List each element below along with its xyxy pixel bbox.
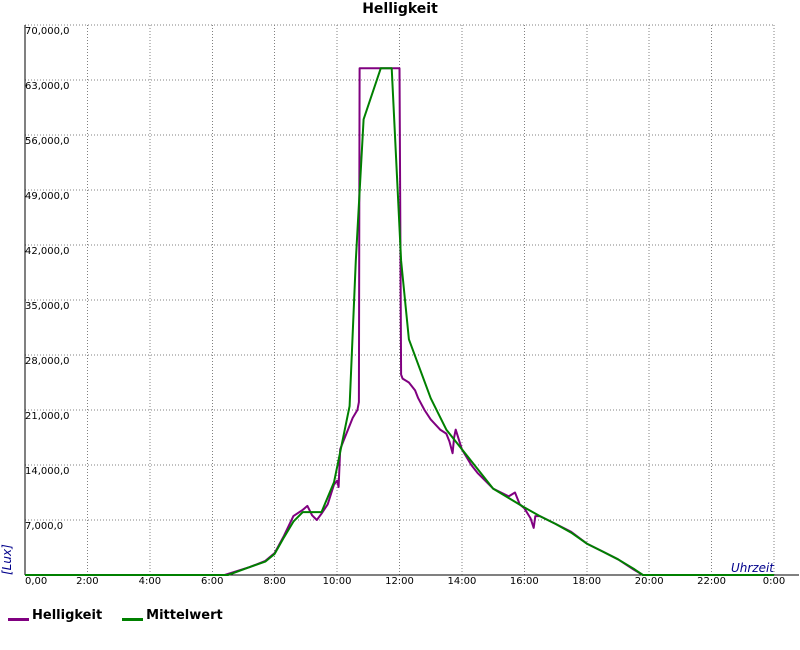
x-tick-label: 12:00 bbox=[385, 576, 414, 587]
x-tick-label: 14:00 bbox=[448, 576, 477, 587]
y-tick-label: 28,000,0 bbox=[25, 356, 70, 367]
legend-label-helligkeit: Helligkeit bbox=[32, 608, 103, 623]
x-tick-label: 18:00 bbox=[572, 576, 601, 587]
y-tick-label: 7,000,0 bbox=[25, 521, 63, 532]
x-tick-label: 8:00 bbox=[263, 576, 285, 587]
x-tick-label: 4:00 bbox=[139, 576, 161, 587]
y-tick-label: 35,000,0 bbox=[25, 301, 70, 312]
x-tick-label: 0,00 bbox=[25, 576, 47, 587]
y-tick-label: 63,000,0 bbox=[25, 81, 70, 92]
legend: Helligkeit Mittelwert bbox=[8, 608, 223, 623]
legend-item-helligkeit: Helligkeit bbox=[8, 608, 102, 623]
x-tick-label: 22:00 bbox=[697, 576, 726, 587]
legend-swatch-mittelwert bbox=[122, 618, 144, 621]
legend-label-mittelwert: Mittelwert bbox=[146, 608, 223, 623]
series-line-helligkeit bbox=[25, 67, 774, 576]
x-tick-label: 2:00 bbox=[76, 576, 98, 587]
y-tick-label: 56,000,0 bbox=[25, 136, 70, 147]
y-tick-label: 42,000,0 bbox=[25, 246, 70, 257]
chart-title: Helligkeit bbox=[362, 1, 438, 17]
y-tick-label: 70,000,0 bbox=[25, 26, 70, 37]
x-tick-label: 16:00 bbox=[510, 576, 539, 587]
legend-swatch-helligkeit bbox=[8, 618, 29, 621]
x-axis-label: Uhrzeit bbox=[731, 561, 775, 575]
y-tick-label: 14,000,0 bbox=[25, 466, 70, 477]
series-layer bbox=[25, 67, 774, 576]
y-axis-label: [Lux] bbox=[0, 544, 14, 575]
x-tick-label: 10:00 bbox=[323, 576, 352, 587]
legend-item-mittelwert: Mittelwert bbox=[122, 608, 223, 623]
x-tick-label: 6:00 bbox=[201, 576, 223, 587]
line-chart: Helligkeit 0,00 2:00 4:00 6:00 8:00 10:00 12:0… bbox=[0, 1, 799, 587]
x-tick-label: 0:00 bbox=[763, 576, 785, 587]
x-tick-label: 20:00 bbox=[635, 576, 664, 587]
y-tick-label: 21,000,0 bbox=[25, 411, 70, 422]
y-tick-label: 49,000,0 bbox=[25, 191, 70, 202]
